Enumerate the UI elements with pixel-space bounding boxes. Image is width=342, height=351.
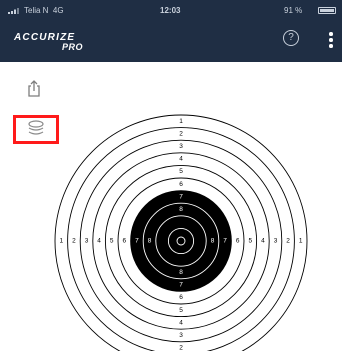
ring-label-left-5: 5 xyxy=(110,238,114,245)
ring-label-right-3: 3 xyxy=(274,238,278,245)
ring-label-left-8: 8 xyxy=(148,238,152,245)
ring-label-top-8: 8 xyxy=(179,206,183,213)
ring-label-left-7: 7 xyxy=(135,238,139,245)
logo-sub-text: PRO xyxy=(62,42,84,52)
battery-icon xyxy=(318,7,336,14)
ring-label-top-6: 6 xyxy=(179,181,183,188)
app-logo: ACCURIZE PRO xyxy=(14,32,104,54)
layers-highlight-box xyxy=(13,115,59,144)
share-icon[interactable] xyxy=(26,80,42,98)
target-ring-1 xyxy=(54,114,308,351)
target-ring-2 xyxy=(67,127,295,351)
ring-label-top-3: 3 xyxy=(179,143,183,150)
ring-label-left-1: 1 xyxy=(59,238,63,245)
target-ring-4 xyxy=(92,152,270,330)
ring-label-left-2: 2 xyxy=(72,238,76,245)
ring-label-bottom-7: 7 xyxy=(179,282,183,289)
ring-label-right-1: 1 xyxy=(299,238,303,245)
target-ring-10 xyxy=(167,227,195,255)
ring-label-right-6: 6 xyxy=(236,238,240,245)
ring-label-top-4: 4 xyxy=(179,156,183,163)
target-rings xyxy=(54,114,308,351)
clock: 12:03 xyxy=(160,6,181,15)
ring-label-right-4: 4 xyxy=(261,238,265,245)
ring-label-bottom-4: 4 xyxy=(179,319,183,326)
target-ring-labels: 12345678876543211234567887654321 xyxy=(59,118,302,351)
target-ring-7 xyxy=(130,190,232,292)
ring-label-right-8: 8 xyxy=(211,238,215,245)
app-bar: ACCURIZE PRO ? xyxy=(0,20,342,62)
more-menu-button[interactable] xyxy=(326,30,336,50)
target-ring-5 xyxy=(104,164,258,318)
help-button[interactable]: ? xyxy=(283,30,299,46)
target-ring-9 xyxy=(155,215,207,267)
carrier-label: Telia N 4G xyxy=(24,6,64,15)
ring-label-left-3: 3 xyxy=(85,238,89,245)
ring-label-top-5: 5 xyxy=(179,168,183,175)
ring-label-right-5: 5 xyxy=(248,238,252,245)
ring-label-top-7: 7 xyxy=(179,193,183,200)
ring-label-bottom-3: 3 xyxy=(179,332,183,339)
ring-label-top-2: 2 xyxy=(179,130,183,137)
ring-label-right-2: 2 xyxy=(286,238,290,245)
status-bar: Telia N 4G 12:03 91 % xyxy=(0,0,342,20)
target-inner-ten xyxy=(176,236,186,246)
ring-label-bottom-2: 2 xyxy=(179,345,183,351)
battery-percent: 91 % xyxy=(284,6,303,15)
ring-label-bottom-5: 5 xyxy=(179,307,183,314)
signal-icon xyxy=(8,8,19,14)
target-ring-6 xyxy=(117,177,245,305)
target-ring-8 xyxy=(142,202,220,280)
target-ring-3 xyxy=(79,139,283,343)
ring-label-bottom-8: 8 xyxy=(179,269,183,276)
ring-label-right-7: 7 xyxy=(223,238,227,245)
ring-label-bottom-6: 6 xyxy=(179,294,183,301)
ring-label-left-4: 4 xyxy=(97,238,101,245)
ring-label-top-1: 1 xyxy=(179,118,183,125)
ring-label-left-6: 6 xyxy=(122,238,126,245)
